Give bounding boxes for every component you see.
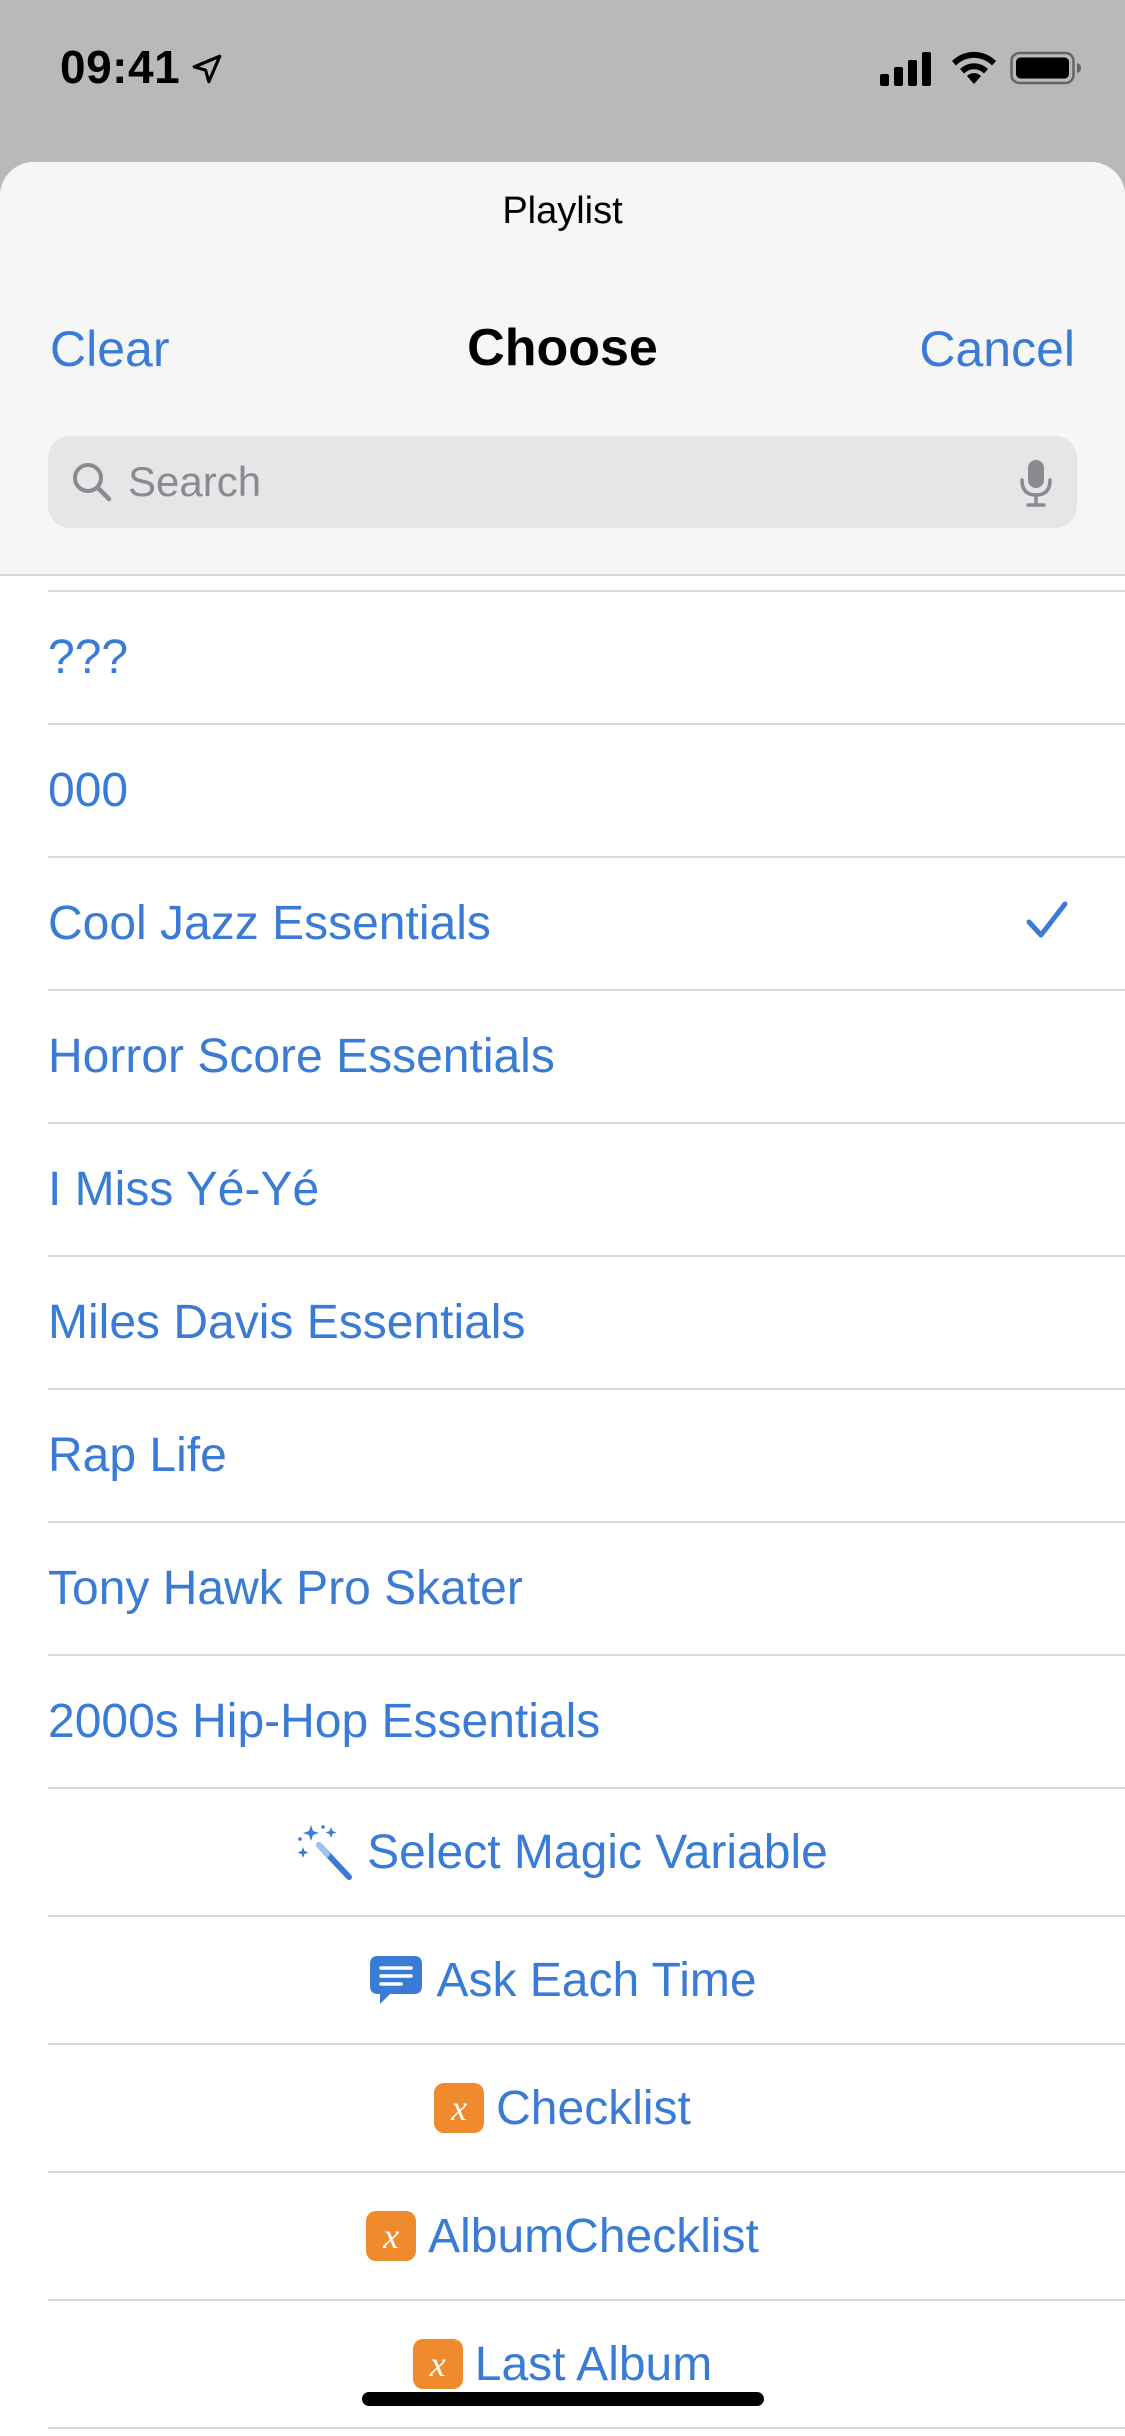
playlist-item-label: Cool Jazz Essentials: [48, 897, 491, 950]
sheet-header: Playlist Clear Choose Cancel: [0, 162, 1125, 576]
action-item-label: Last Album: [474, 2337, 713, 2391]
action-item-label: Checklist: [496, 2081, 691, 2135]
playlist-list: ??? 000 Cool Jazz Essentials Horror Score E…: [0, 576, 1125, 2429]
screen: 09:41 Playlist Clear Choose Cancel Searc…: [0, 0, 1125, 2436]
playlist-item[interactable]: Horror Score Essentials: [48, 991, 1125, 1124]
search-icon: [73, 463, 112, 502]
magic-wand-icon: [297, 1825, 353, 1880]
sheet-prompt: Playlist: [502, 190, 623, 232]
checkmark-icon: [1026, 901, 1068, 938]
action-item-label: Ask Each Time: [436, 1953, 757, 2007]
playlist-item-label: I Miss Yé-Yé: [48, 1163, 320, 1216]
search-bar[interactable]: [48, 436, 1077, 528]
status-time: 09:41: [60, 41, 181, 93]
playlist-item[interactable]: Tony Hawk Pro Skater: [48, 1523, 1125, 1656]
playlist-item-label: Horror Score Essentials: [48, 1030, 555, 1083]
action-item-label: AlbumChecklist: [428, 2209, 759, 2263]
cancel-button[interactable]: Cancel: [919, 320, 1075, 378]
clear-button[interactable]: Clear: [50, 320, 169, 378]
variable-icon: x: [366, 2211, 417, 2261]
variable-icon: x: [434, 2083, 485, 2133]
playlist-item[interactable]: ???: [48, 592, 1125, 725]
location-arrow-icon: [192, 54, 222, 84]
wifi-icon: [952, 51, 996, 84]
action-item[interactable]: Select Magic Variable: [48, 1789, 1125, 1917]
microphone-icon[interactable]: [1019, 458, 1053, 508]
action-item[interactable]: x Last Album: [48, 2301, 1125, 2429]
variable-icon: x: [412, 2339, 463, 2389]
status-bar: 09:41: [0, 0, 1125, 150]
battery-icon: [1010, 51, 1081, 85]
action-item-label: Select Magic Variable: [367, 1825, 828, 1879]
playlist-item[interactable]: I Miss Yé-Yé: [48, 1124, 1125, 1257]
choose-sheet: Playlist Clear Choose Cancel ???: [0, 162, 1125, 2436]
search-input[interactable]: [128, 436, 988, 528]
playlist-item[interactable]: 000: [48, 725, 1125, 858]
playlist-item-label: Miles Davis Essentials: [48, 1296, 526, 1349]
playlist-item[interactable]: Rap Life: [48, 1390, 1125, 1523]
playlist-item[interactable]: Cool Jazz Essentials: [48, 858, 1125, 991]
speech-bubble-icon: [370, 1956, 423, 2004]
action-item[interactable]: x Checklist: [48, 2045, 1125, 2173]
playlist-item-label: ???: [48, 631, 129, 684]
action-item[interactable]: x AlbumChecklist: [48, 2173, 1125, 2301]
action-item[interactable]: Ask Each Time: [48, 1917, 1125, 2045]
playlist-item[interactable]: Miles Davis Essentials: [48, 1257, 1125, 1390]
playlist-item-label: Tony Hawk Pro Skater: [48, 1562, 523, 1615]
list-stub-row: [48, 576, 1125, 592]
playlist-item[interactable]: 2000s Hip-Hop Essentials: [48, 1656, 1125, 1789]
playlist-item-label: Rap Life: [48, 1429, 227, 1482]
cellular-signal-icon: [880, 52, 931, 86]
playlist-item-label: 2000s Hip-Hop Essentials: [48, 1695, 601, 1748]
playlist-item-label: 000: [48, 764, 129, 817]
home-indicator[interactable]: [362, 2392, 764, 2406]
